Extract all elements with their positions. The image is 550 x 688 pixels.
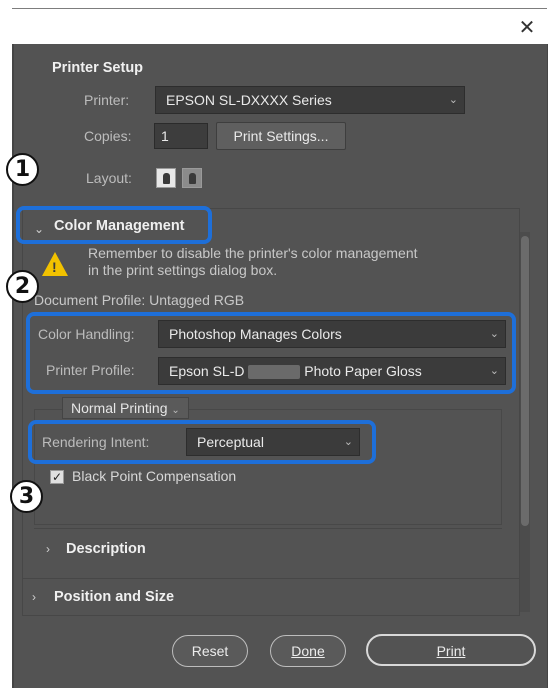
callout-box-rendering-intent	[28, 420, 376, 464]
close-icon[interactable]: ✕	[516, 16, 538, 38]
layout-label: Layout:	[86, 170, 132, 186]
black-point-label: Black Point Compensation	[72, 468, 237, 484]
normal-printing-label: Normal Printing	[71, 400, 168, 416]
printer-select-value: EPSON SL-DXXXX Series	[166, 92, 332, 108]
position-size-section[interactable]: Position and Size	[54, 589, 174, 605]
done-button[interactable]: Done	[270, 635, 346, 667]
title-bar: ✕	[0, 0, 550, 44]
description-section[interactable]: Description	[66, 541, 146, 557]
callout-number-3: 3	[10, 480, 43, 513]
callout-number-1: 1	[6, 153, 39, 186]
chevron-right-icon[interactable]: ›	[32, 590, 36, 604]
landscape-layout-icon[interactable]	[182, 168, 202, 188]
callout-box-color-management	[16, 206, 212, 244]
warning-message: Remember to disable the printer's color …	[88, 245, 418, 278]
portrait-layout-icon[interactable]	[156, 168, 176, 188]
divider	[34, 528, 502, 529]
printer-setup-title: Printer Setup	[52, 60, 144, 76]
black-point-checkbox[interactable]: ✓	[50, 470, 64, 484]
callout-number-2: 2	[6, 270, 39, 303]
chevron-right-icon[interactable]: ›	[46, 542, 50, 556]
reset-button[interactable]: Reset	[172, 635, 248, 667]
copies-field[interactable]: 1	[154, 123, 208, 149]
warning-exclamation: !	[52, 259, 57, 275]
chevron-down-icon: ⌄	[171, 405, 180, 416]
print-settings-button[interactable]: Print Settings...	[216, 122, 346, 150]
done-label: Done	[291, 643, 325, 659]
title-divider	[12, 8, 547, 9]
copies-label: Copies:	[84, 128, 132, 144]
print-label: Print	[436, 643, 466, 659]
divider	[22, 578, 520, 579]
document-profile-text: Document Profile: Untagged RGB	[34, 292, 245, 308]
normal-printing-tab[interactable]: Normal Printing ⌄	[62, 397, 189, 419]
chevron-down-icon: ⌄	[448, 93, 458, 106]
callout-box-profiles	[26, 312, 516, 394]
print-button[interactable]: Print	[366, 634, 536, 666]
printer-label: Printer:	[84, 92, 130, 108]
printer-select[interactable]: EPSON SL-DXXXX Series ⌄	[155, 86, 465, 114]
scrollbar-thumb[interactable]	[521, 236, 529, 526]
